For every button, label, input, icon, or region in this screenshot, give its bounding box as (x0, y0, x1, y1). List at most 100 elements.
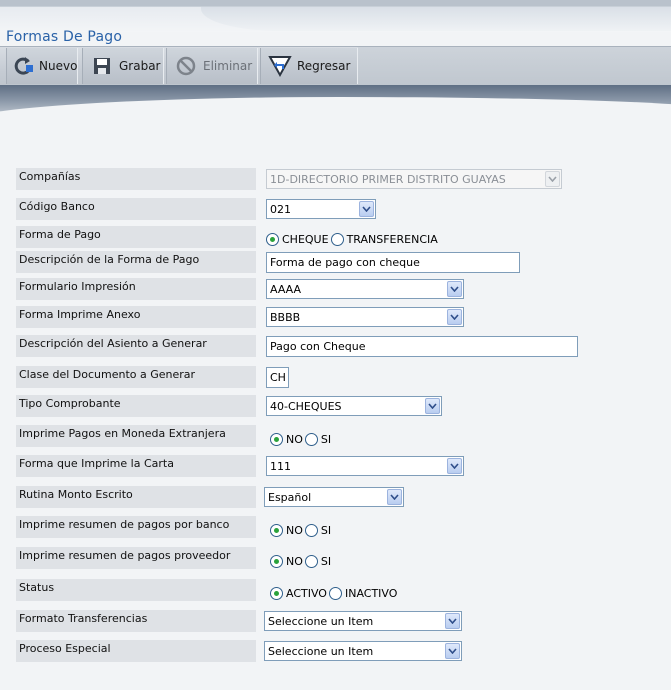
chevron-down-icon (445, 643, 460, 659)
tipo-comprobante-select[interactable]: 40-CHEQUES (266, 396, 442, 416)
codigo-banco-select[interactable]: 021 (266, 199, 376, 219)
rutina-monto-label: Rutina Monto Escrito (16, 486, 256, 508)
chevron-down-icon (447, 309, 462, 325)
radio-cheque[interactable]: CHEQUE (266, 232, 329, 246)
row-imprime-moneda-ext: Imprime Pagos en Moneda Extranjera NO SI (16, 425, 656, 447)
radio-transferencia[interactable]: TRANSFERENCIA (330, 232, 438, 246)
radio-no[interactable]: NO (270, 554, 303, 568)
resumen-proveedor-radios: NO SI (270, 551, 333, 571)
delete-disabled-icon (173, 53, 199, 79)
back-arrow-icon (267, 53, 293, 79)
radio-activo-label: ACTIVO (286, 586, 327, 600)
proceso-especial-label: Proceso Especial (16, 640, 256, 662)
descripcion-forma-input[interactable]: Forma de pago con cheque (266, 252, 520, 273)
proceso-especial-select[interactable]: Seleccione un Item (264, 641, 462, 661)
forma-imprime-anexo-select[interactable]: BBBB (266, 307, 464, 327)
radio-button[interactable] (270, 554, 283, 568)
clase-documento-input[interactable]: CH (266, 367, 289, 388)
descripcion-asiento-value: Pago con Cheque (270, 340, 366, 353)
forma-imprime-anexo-value: BBBB (270, 311, 301, 324)
rutina-monto-select[interactable]: Español (264, 487, 404, 507)
companias-value: 1D-DIRECTORIO PRIMER DISTRITO GUAYAS (270, 173, 506, 186)
chevron-down-icon (425, 398, 440, 414)
formato-transferencias-select[interactable]: Seleccione un Item (264, 611, 462, 631)
resumen-banco-radios: NO SI (270, 520, 333, 540)
radio-no[interactable]: NO (270, 523, 303, 537)
radio-no-label: NO (286, 432, 303, 446)
companias-select[interactable]: 1D-DIRECTORIO PRIMER DISTRITO GUAYAS (266, 169, 562, 189)
row-tipo-comprobante: Tipo Comprobante 40-CHEQUES (16, 395, 656, 417)
chevron-down-icon (447, 458, 462, 474)
companias-label: Compañías (16, 168, 256, 190)
row-codigo-banco: Código Banco 021 (16, 198, 656, 220)
forma-pago-label: Forma de Pago (16, 226, 256, 248)
radio-button[interactable] (304, 523, 318, 537)
row-forma-imprime-anexo: Forma Imprime Anexo BBBB (16, 306, 656, 328)
grabar-label: Grabar (119, 59, 161, 73)
clase-documento-value: CH (270, 371, 286, 384)
chevron-down-icon (359, 201, 374, 217)
descripcion-asiento-label: Descripción del Asiento a Generar (16, 335, 256, 357)
radio-button[interactable] (270, 432, 283, 446)
radio-button[interactable] (266, 232, 279, 246)
radio-button[interactable] (270, 523, 283, 537)
row-forma-imprime-carta: Forma que Imprime la Carta 111 (16, 455, 656, 477)
radio-si[interactable]: SI (304, 523, 332, 537)
forma-imprime-anexo-label: Forma Imprime Anexo (16, 306, 256, 328)
grabar-button[interactable]: Grabar (82, 48, 164, 84)
nuevo-button[interactable]: Nuevo (6, 48, 78, 84)
radio-no-label: NO (286, 523, 303, 537)
eliminar-button[interactable]: Eliminar (166, 48, 258, 84)
toolbar: Nuevo Grabar Eliminar Regresar (0, 46, 671, 85)
forma-imprime-carta-select[interactable]: 111 (266, 456, 464, 476)
resumen-proveedor-label: Imprime resumen de pagos proveedor (16, 547, 256, 569)
imprime-moneda-ext-radios: NO SI (270, 429, 333, 449)
chevron-down-icon (387, 489, 402, 505)
radio-no[interactable]: NO (270, 432, 303, 446)
chevron-down-icon (445, 613, 460, 629)
resumen-banco-label: Imprime resumen de pagos por banco (16, 516, 256, 538)
radio-button[interactable] (328, 586, 342, 600)
row-descripcion-asiento: Descripción del Asiento a Generar Pago c… (16, 335, 656, 357)
header-swoosh (0, 85, 671, 119)
radio-si-label: SI (320, 523, 332, 537)
radio-si[interactable]: SI (304, 554, 332, 568)
codigo-banco-label: Código Banco (16, 198, 256, 220)
regresar-label: Regresar (297, 59, 351, 73)
formato-transferencias-value: Seleccione un Item (268, 615, 374, 628)
row-companias: Compañías 1D-DIRECTORIO PRIMER DISTRITO … (16, 168, 656, 190)
forma-imprime-carta-label: Forma que Imprime la Carta (16, 455, 256, 477)
regresar-button[interactable]: Regresar (260, 48, 358, 84)
row-resumen-banco: Imprime resumen de pagos por banco NO SI (16, 516, 656, 538)
descripcion-asiento-input[interactable]: Pago con Cheque (266, 336, 578, 357)
row-formulario-impresion: Formulario Impresión AAAA (16, 278, 656, 300)
row-status: Status ACTIVO INACTIVO (16, 579, 656, 601)
tipo-comprobante-value: 40-CHEQUES (270, 400, 342, 413)
imprime-moneda-ext-label: Imprime Pagos en Moneda Extranjera (16, 425, 256, 447)
descripcion-forma-label: Descripción de la Forma de Pago (16, 251, 256, 273)
nuevo-label: Nuevo (39, 59, 78, 73)
radio-inactivo[interactable]: INACTIVO (328, 586, 398, 600)
row-forma-pago: Forma de Pago CHEQUE TRANSFERENCIA (16, 226, 656, 248)
radio-si[interactable]: SI (304, 432, 331, 446)
formulario-impresion-select[interactable]: AAAA (266, 279, 464, 299)
radio-si-label: SI (320, 554, 332, 568)
chevron-down-icon (545, 171, 560, 187)
tipo-comprobante-label: Tipo Comprobante (16, 395, 256, 417)
status-label: Status (16, 579, 256, 601)
formulario-impresion-value: AAAA (270, 283, 302, 296)
radio-button[interactable] (330, 232, 344, 246)
radio-cheque-label: CHEQUE (282, 232, 329, 246)
radio-activo[interactable]: ACTIVO (270, 586, 327, 600)
rutina-monto-value: Español (268, 491, 312, 504)
radio-button[interactable] (304, 432, 318, 446)
page-title: Formas De Pago (6, 29, 123, 45)
eliminar-label: Eliminar (203, 59, 253, 73)
row-formato-transferencias: Formato Transferencias Seleccione un Ite… (16, 610, 656, 632)
radio-button[interactable] (270, 586, 283, 600)
radio-inactivo-label: INACTIVO (344, 586, 398, 600)
row-resumen-proveedor: Imprime resumen de pagos proveedor NO SI (16, 547, 656, 569)
codigo-banco-value: 021 (270, 203, 291, 216)
radio-no-label: NO (286, 554, 303, 568)
radio-button[interactable] (304, 554, 318, 568)
